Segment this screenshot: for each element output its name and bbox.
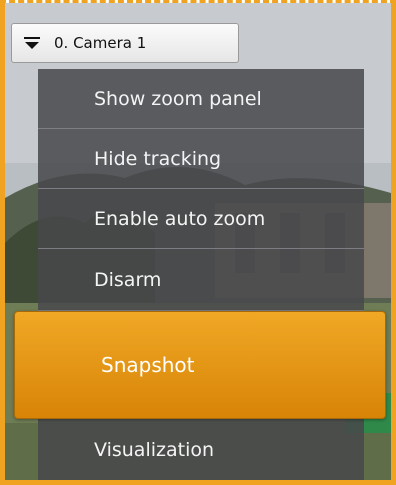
caret-down-icon — [24, 37, 40, 49]
menu-item-label: Hide tracking — [94, 147, 222, 170]
menu-item-disarm[interactable]: Disarm — [38, 249, 364, 311]
menu-item-enable-auto-zoom[interactable]: Enable auto zoom — [38, 189, 364, 249]
camera-viewer[interactable]: 0. Camera 1 Show zoom panel Hide trackin… — [0, 0, 396, 485]
menu-item-hide-tracking[interactable]: Hide tracking — [38, 129, 364, 189]
menu-item-label: Snapshot — [101, 353, 195, 377]
menu-item-visualization[interactable]: Visualization — [38, 419, 364, 480]
menu-item-show-zoom-panel[interactable]: Show zoom panel — [38, 69, 364, 129]
menu-item-label: Visualization — [94, 439, 215, 461]
camera-title: 0. Camera 1 — [54, 34, 147, 52]
camera-title-dropdown[interactable]: 0. Camera 1 — [11, 23, 239, 63]
camera-context-menu: Show zoom panel Hide tracking Enable aut… — [14, 69, 386, 480]
menu-item-label: Show zoom panel — [94, 87, 262, 110]
menu-item-snapshot[interactable]: Snapshot — [14, 311, 386, 419]
menu-item-label: Disarm — [94, 268, 162, 291]
menu-item-label: Enable auto zoom — [94, 207, 266, 230]
